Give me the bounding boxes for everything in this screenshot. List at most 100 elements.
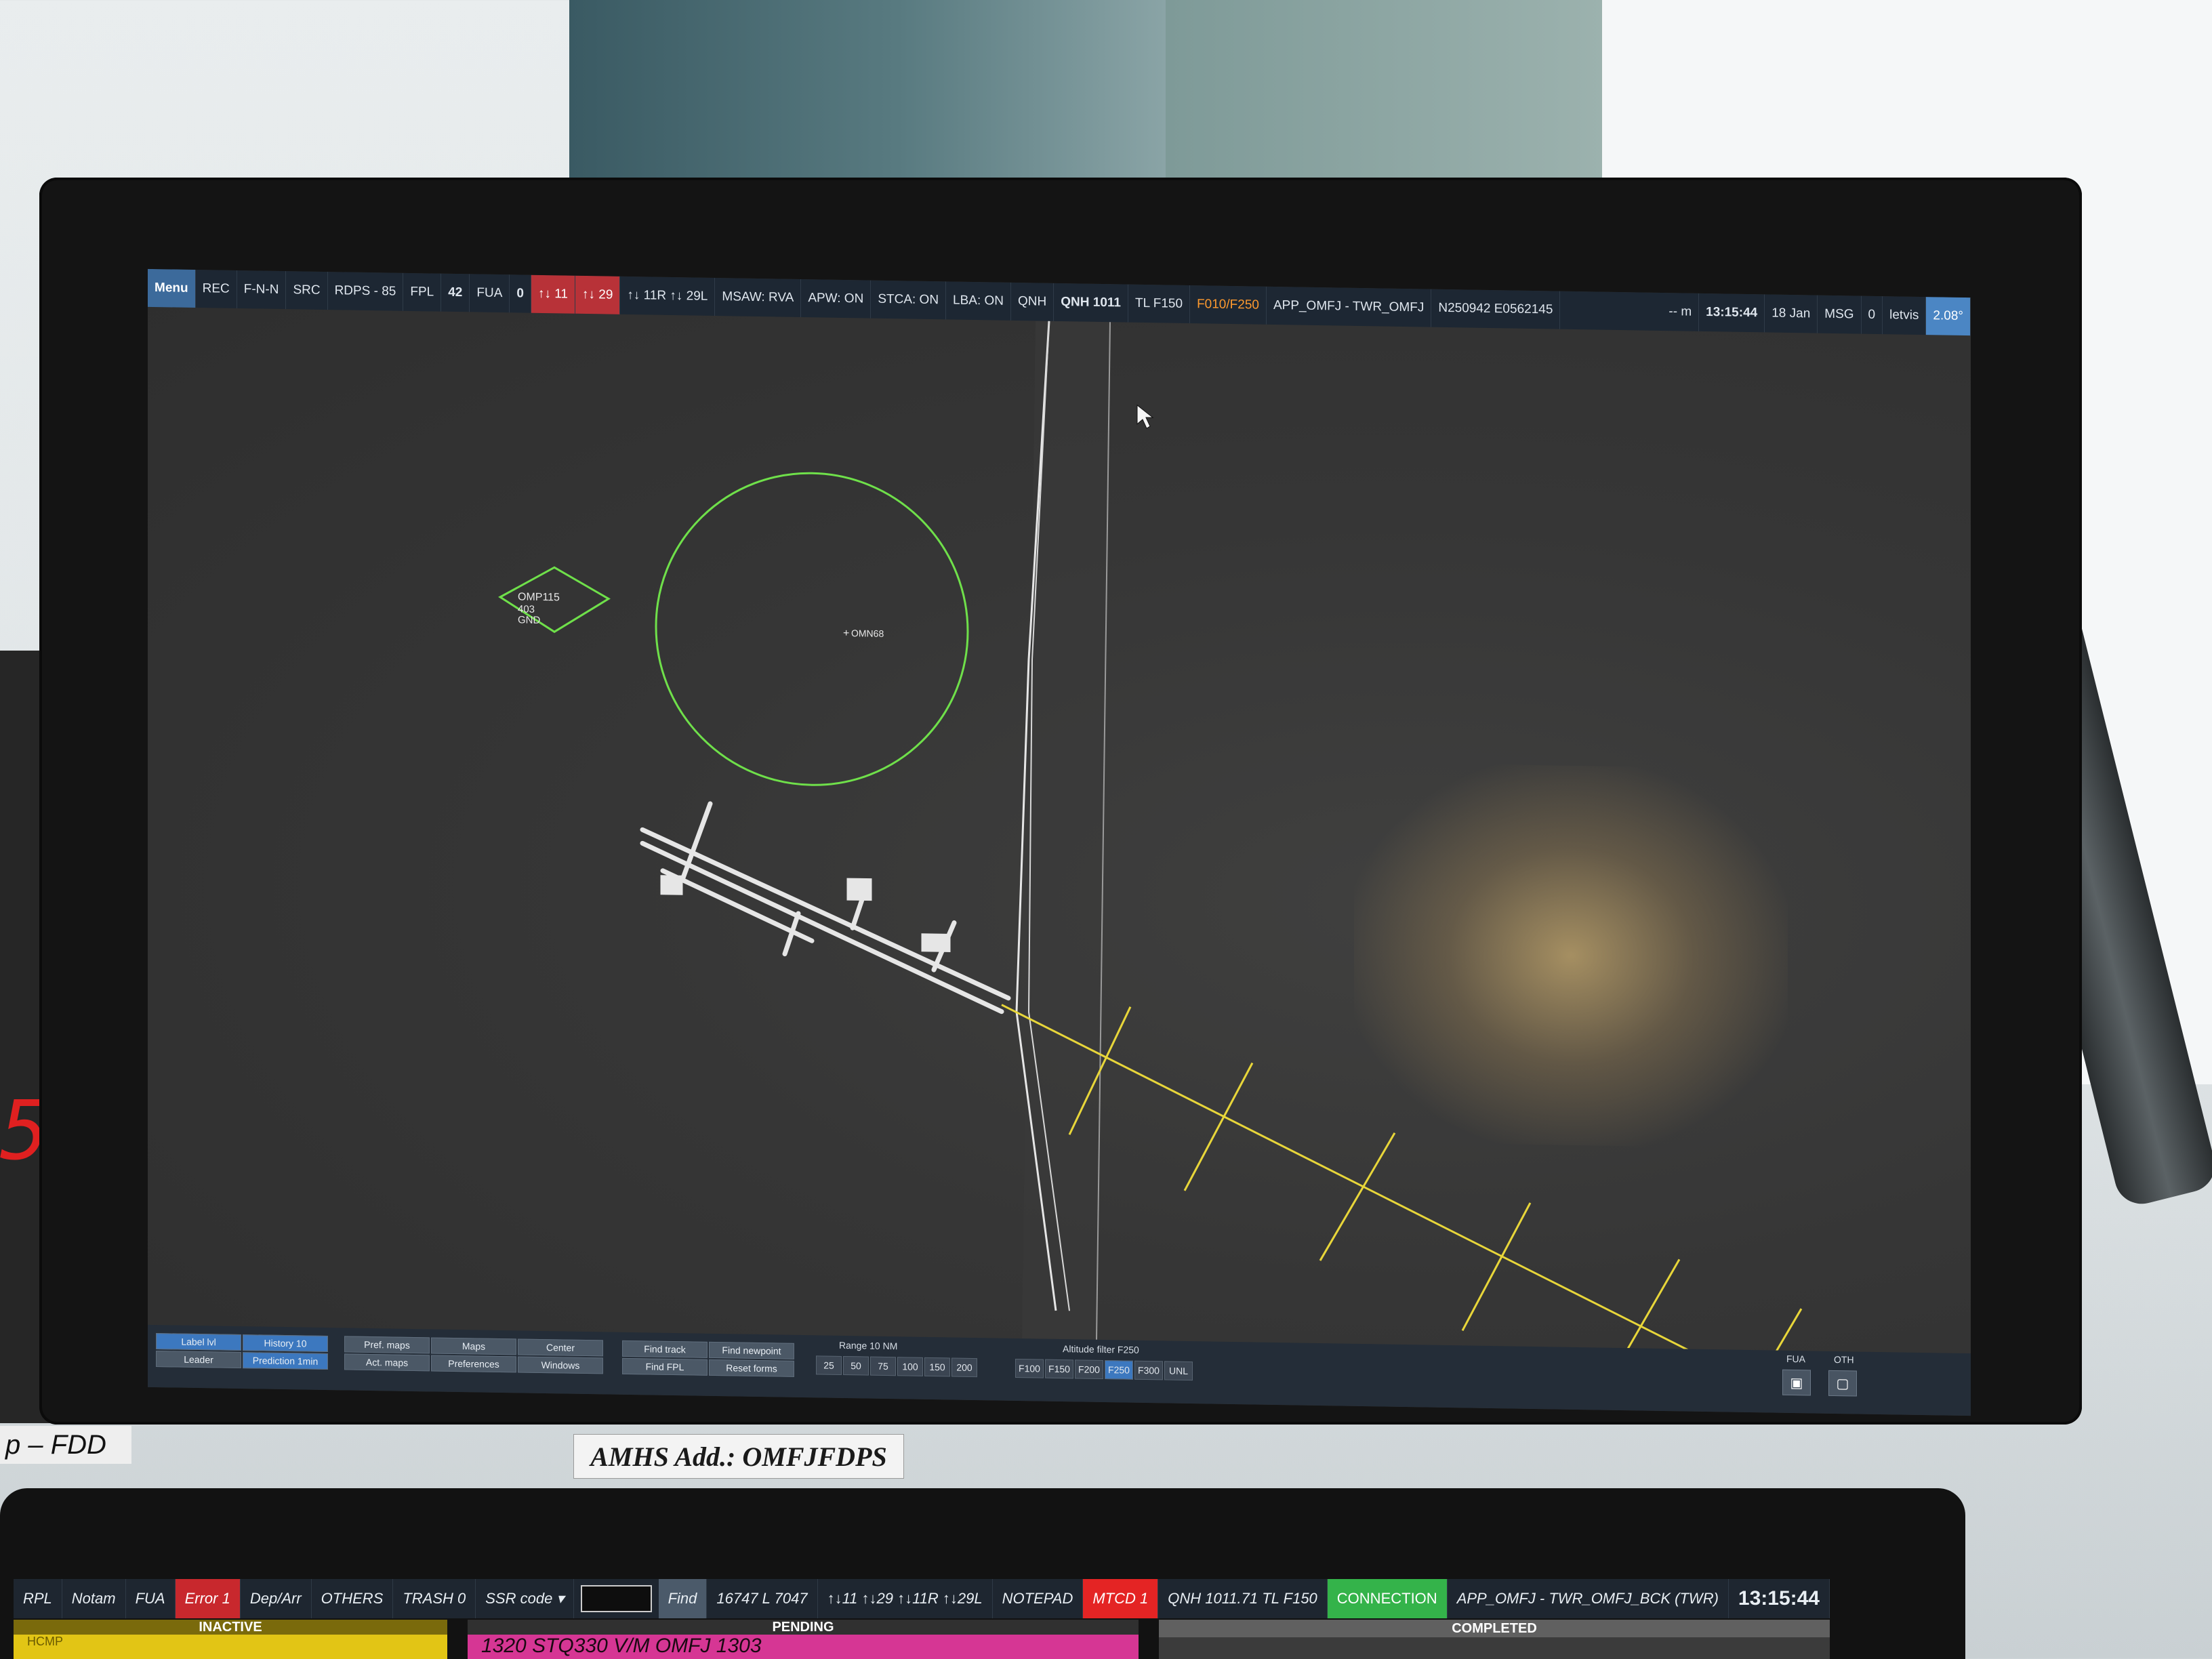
alt-f150-button[interactable]: F150: [1045, 1359, 1073, 1379]
rpl-tab[interactable]: RPL: [14, 1579, 62, 1618]
fnn-button[interactable]: F-N-N: [237, 270, 287, 310]
clock-time: 13:15:44: [1699, 293, 1765, 333]
notam-tab[interactable]: Notam: [62, 1579, 126, 1618]
notepad-button[interactable]: NOTEPAD: [993, 1579, 1084, 1618]
circle-label: OMN68: [851, 628, 884, 639]
stca-status[interactable]: STCA: ON: [871, 280, 947, 320]
history-button[interactable]: History 10: [243, 1334, 328, 1353]
sector-status: APP_OMFJ - TWR_OMFJ_BCK (TWR): [1448, 1579, 1729, 1618]
menu-button[interactable]: Menu: [148, 268, 196, 308]
rdps-status[interactable]: RDPS - 85: [327, 272, 404, 311]
oth-corner-label: OTH: [1834, 1353, 1854, 1366]
level-filter[interactable]: F010/F250: [1190, 285, 1267, 325]
runway-status[interactable]: ↑↓ 11R ↑↓ 29L: [620, 276, 716, 316]
range-50-button[interactable]: 50: [843, 1355, 869, 1376]
rec-button[interactable]: REC: [195, 269, 237, 308]
ssr-code-select[interactable]: SSR code ▾: [476, 1579, 575, 1618]
prediction-button[interactable]: Prediction 1min: [243, 1352, 328, 1370]
track-status: GND: [518, 614, 540, 626]
restricted-area-circle[interactable]: [655, 471, 969, 787]
runway-alert-11[interactable]: ↑↓ 11: [531, 274, 575, 314]
completed-header: COMPLETED: [1159, 1620, 1830, 1637]
fpl-count[interactable]: 42: [441, 273, 470, 312]
radar-display: Menu REC F-N-N SRC RDPS - 85 FPL 42 FUA …: [148, 268, 1971, 1416]
find-fpl-button[interactable]: Find FPL: [622, 1357, 708, 1376]
amhs-address-label: AMHS Add.: OMFJFDPS: [573, 1434, 904, 1479]
pending-panel: PENDING 1320 STQ330 V/M OMFJ 1303: [468, 1620, 1139, 1659]
pending-strip[interactable]: 1320 STQ330 V/M OMFJ 1303: [468, 1635, 1139, 1658]
msg-label: MSG: [1818, 295, 1862, 334]
range-150-button[interactable]: 150: [924, 1357, 950, 1377]
track-callsign[interactable]: OMP115: [518, 591, 560, 603]
label-lvl-button[interactable]: Label lvl: [156, 1333, 241, 1351]
range-title: Range 10 NM: [839, 1339, 898, 1352]
runway-layout: [640, 801, 1011, 1015]
range-25-button[interactable]: 25: [816, 1355, 842, 1375]
fua-count[interactable]: 0: [510, 274, 531, 313]
deparr-tab[interactable]: Dep/Arr: [241, 1579, 312, 1618]
strip-clock: 13:15:44: [1729, 1579, 1830, 1618]
pref-maps-button[interactable]: Pref. maps: [344, 1336, 430, 1354]
range-75-button[interactable]: 75: [870, 1356, 896, 1376]
msg-count[interactable]: 0: [1861, 295, 1883, 335]
msaw-status[interactable]: MSAW: RVA: [715, 278, 802, 318]
fua-label: FUA: [470, 274, 510, 313]
completed-panel: COMPLETED: [1159, 1620, 1830, 1659]
waypoint-cross-icon: +: [843, 628, 849, 639]
error-tab[interactable]: Error 1: [175, 1579, 241, 1618]
fpl-label: FPL: [403, 272, 442, 312]
find-newpoint-button[interactable]: Find newpoint: [709, 1341, 794, 1359]
mtcd-button[interactable]: MTCD 1: [1083, 1579, 1159, 1618]
alt-f300-button[interactable]: F300: [1134, 1360, 1163, 1380]
trash-tab[interactable]: TRASH 0: [393, 1579, 476, 1618]
alt-f200-button[interactable]: F200: [1075, 1359, 1103, 1380]
inactive-panel: INACTIVE HCMP: [14, 1620, 447, 1659]
qnh-label: QNH: [1011, 282, 1054, 321]
preferences-button[interactable]: Preferences: [431, 1355, 516, 1373]
windows-button[interactable]: Windows: [518, 1356, 603, 1374]
qnh-value[interactable]: QNH 1011: [1054, 283, 1128, 323]
oth-window-icon[interactable]: ▢: [1828, 1370, 1857, 1397]
lba-status[interactable]: LBA: ON: [946, 281, 1012, 321]
inactive-strip[interactable]: HCMP: [14, 1635, 447, 1649]
inactive-header: INACTIVE: [14, 1620, 447, 1635]
range-100-button[interactable]: 100: [897, 1357, 923, 1376]
letvis-logo: letvis: [1883, 296, 1927, 335]
src-button[interactable]: SRC: [286, 271, 328, 310]
ssr-code-input[interactable]: [581, 1585, 652, 1612]
qnh-status: QNH 1011.71 TL F150: [1158, 1579, 1328, 1618]
connection-status[interactable]: CONNECTION: [1327, 1579, 1448, 1618]
runway-alerts[interactable]: ↑↓11 ↑↓29 ↑↓11R ↑↓29L: [818, 1579, 993, 1618]
act-maps-button[interactable]: Act. maps: [344, 1353, 430, 1372]
flight-counts: 16747 L 7047: [707, 1579, 818, 1618]
screen-glare: [1354, 762, 1788, 1149]
maps-button[interactable]: Maps: [431, 1337, 516, 1355]
version-badge[interactable]: 2.08°: [1926, 297, 1971, 336]
range-200-button[interactable]: 200: [951, 1357, 977, 1378]
find-track-button[interactable]: Find track: [622, 1340, 708, 1358]
reset-forms-button[interactable]: Reset forms: [709, 1359, 794, 1377]
cursor-coordinates: N250942 E0562145: [1431, 289, 1561, 329]
alt-unl-button[interactable]: UNL: [1164, 1361, 1193, 1381]
background-pillar: [569, 0, 1166, 203]
road-band: [1022, 321, 1110, 1340]
range-measure: -- m: [1662, 292, 1700, 331]
runway-alert-29[interactable]: ↑↓ 29: [575, 275, 621, 314]
clock-date: 18 Jan: [1765, 294, 1818, 333]
mouse-pointer-icon: [1136, 404, 1154, 429]
leader-button[interactable]: Leader: [156, 1351, 241, 1369]
transition-level: TL F150: [1128, 284, 1191, 324]
others-tab[interactable]: OTHERS: [312, 1579, 394, 1618]
center-button[interactable]: Center: [518, 1338, 603, 1357]
alt-f100-button[interactable]: F100: [1015, 1358, 1044, 1378]
pending-header: PENDING: [468, 1620, 1139, 1635]
find-button[interactable]: Find: [658, 1579, 708, 1618]
sector-name[interactable]: APP_OMFJ - TWR_OMFJ: [1266, 286, 1432, 327]
alt-f250-button[interactable]: F250: [1105, 1360, 1133, 1380]
strip-panels: INACTIVE HCMP PENDING 1320 STQ330 V/M OM…: [14, 1620, 1830, 1659]
fua-corner-label: FUA: [1786, 1353, 1805, 1365]
fua-window-icon[interactable]: ▣: [1782, 1369, 1811, 1396]
fua-tab[interactable]: FUA: [126, 1579, 176, 1618]
apw-status[interactable]: APW: ON: [801, 279, 872, 319]
